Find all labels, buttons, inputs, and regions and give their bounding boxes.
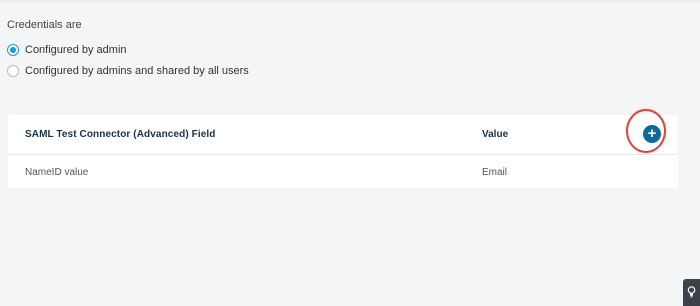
radio-configured-by-admin[interactable]: Configured by admin: [7, 43, 127, 57]
radio-button-unselected[interactable]: [7, 65, 19, 77]
lightbulb-icon: [687, 286, 696, 298]
radio-button-selected[interactable]: [7, 44, 19, 56]
plus-icon: +: [647, 125, 657, 142]
table-row[interactable]: NameID value Email: [8, 155, 678, 188]
column-header-value: Value: [482, 129, 509, 140]
column-header-field: SAML Test Connector (Advanced) Field: [25, 129, 216, 140]
radio-configured-by-admins-shared[interactable]: Configured by admins and shared by all u…: [7, 64, 249, 78]
row-field-name: NameID value: [25, 167, 89, 178]
top-divider: [0, 0, 700, 2]
row-field-value: Email: [482, 167, 508, 178]
add-field-button[interactable]: +: [643, 125, 661, 143]
field-mapping-table: SAML Test Connector (Advanced) Field Val…: [8, 115, 678, 188]
radio-label: Configured by admins and shared by all u…: [25, 65, 249, 77]
radio-label: Configured by admin: [25, 44, 127, 56]
help-widget-button[interactable]: [683, 279, 700, 306]
table-header: SAML Test Connector (Advanced) Field Val…: [8, 115, 678, 155]
credentials-label: Credentials are: [7, 19, 82, 31]
